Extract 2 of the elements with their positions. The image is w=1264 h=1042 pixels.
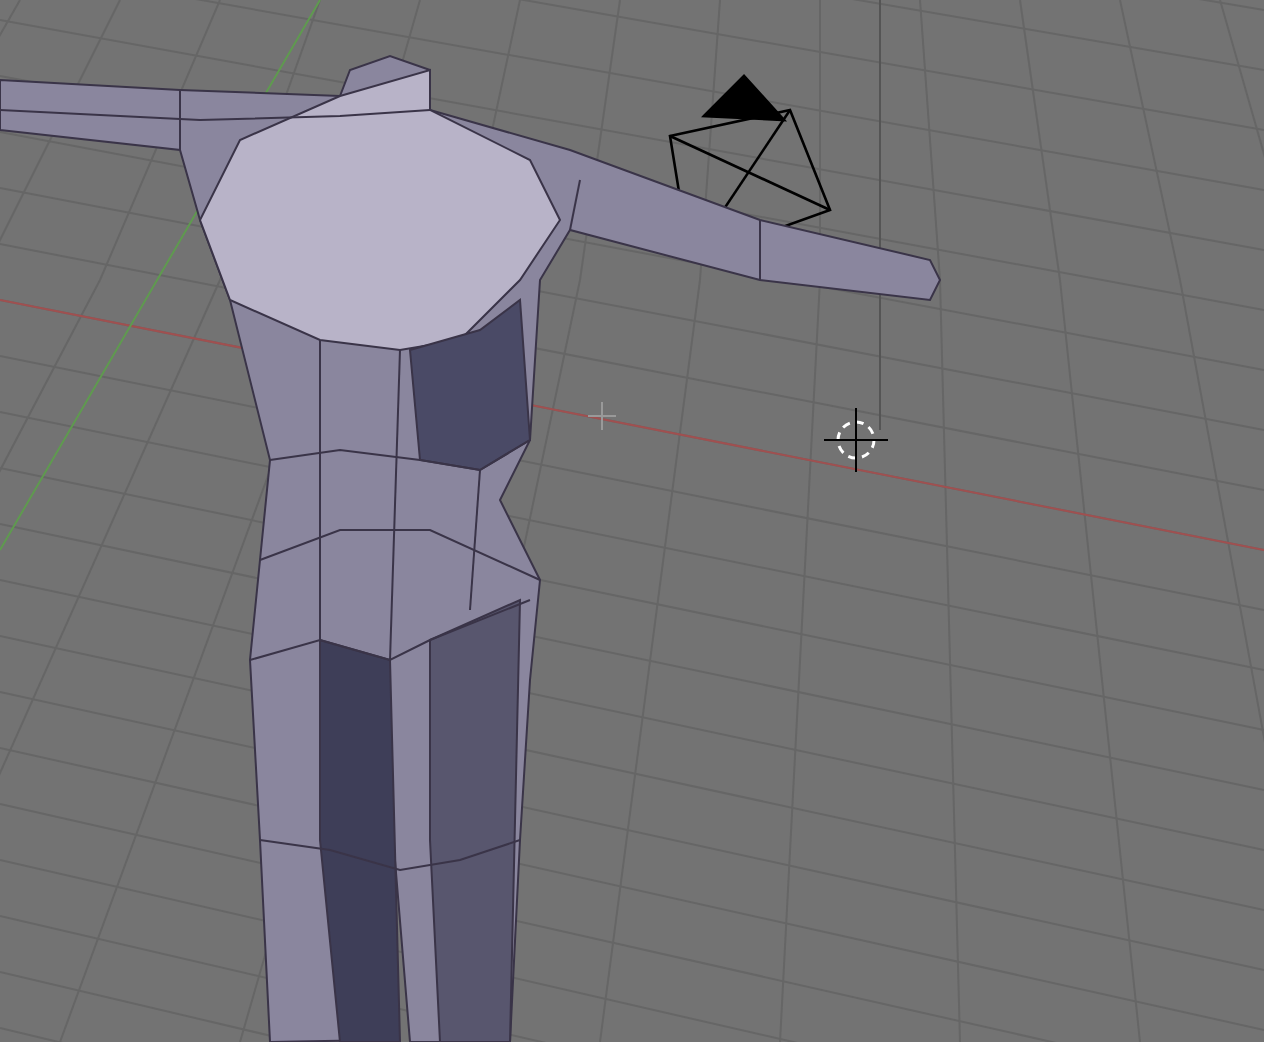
3d-cursor-icon[interactable] xyxy=(823,407,889,473)
center-cross-icon xyxy=(587,401,617,431)
